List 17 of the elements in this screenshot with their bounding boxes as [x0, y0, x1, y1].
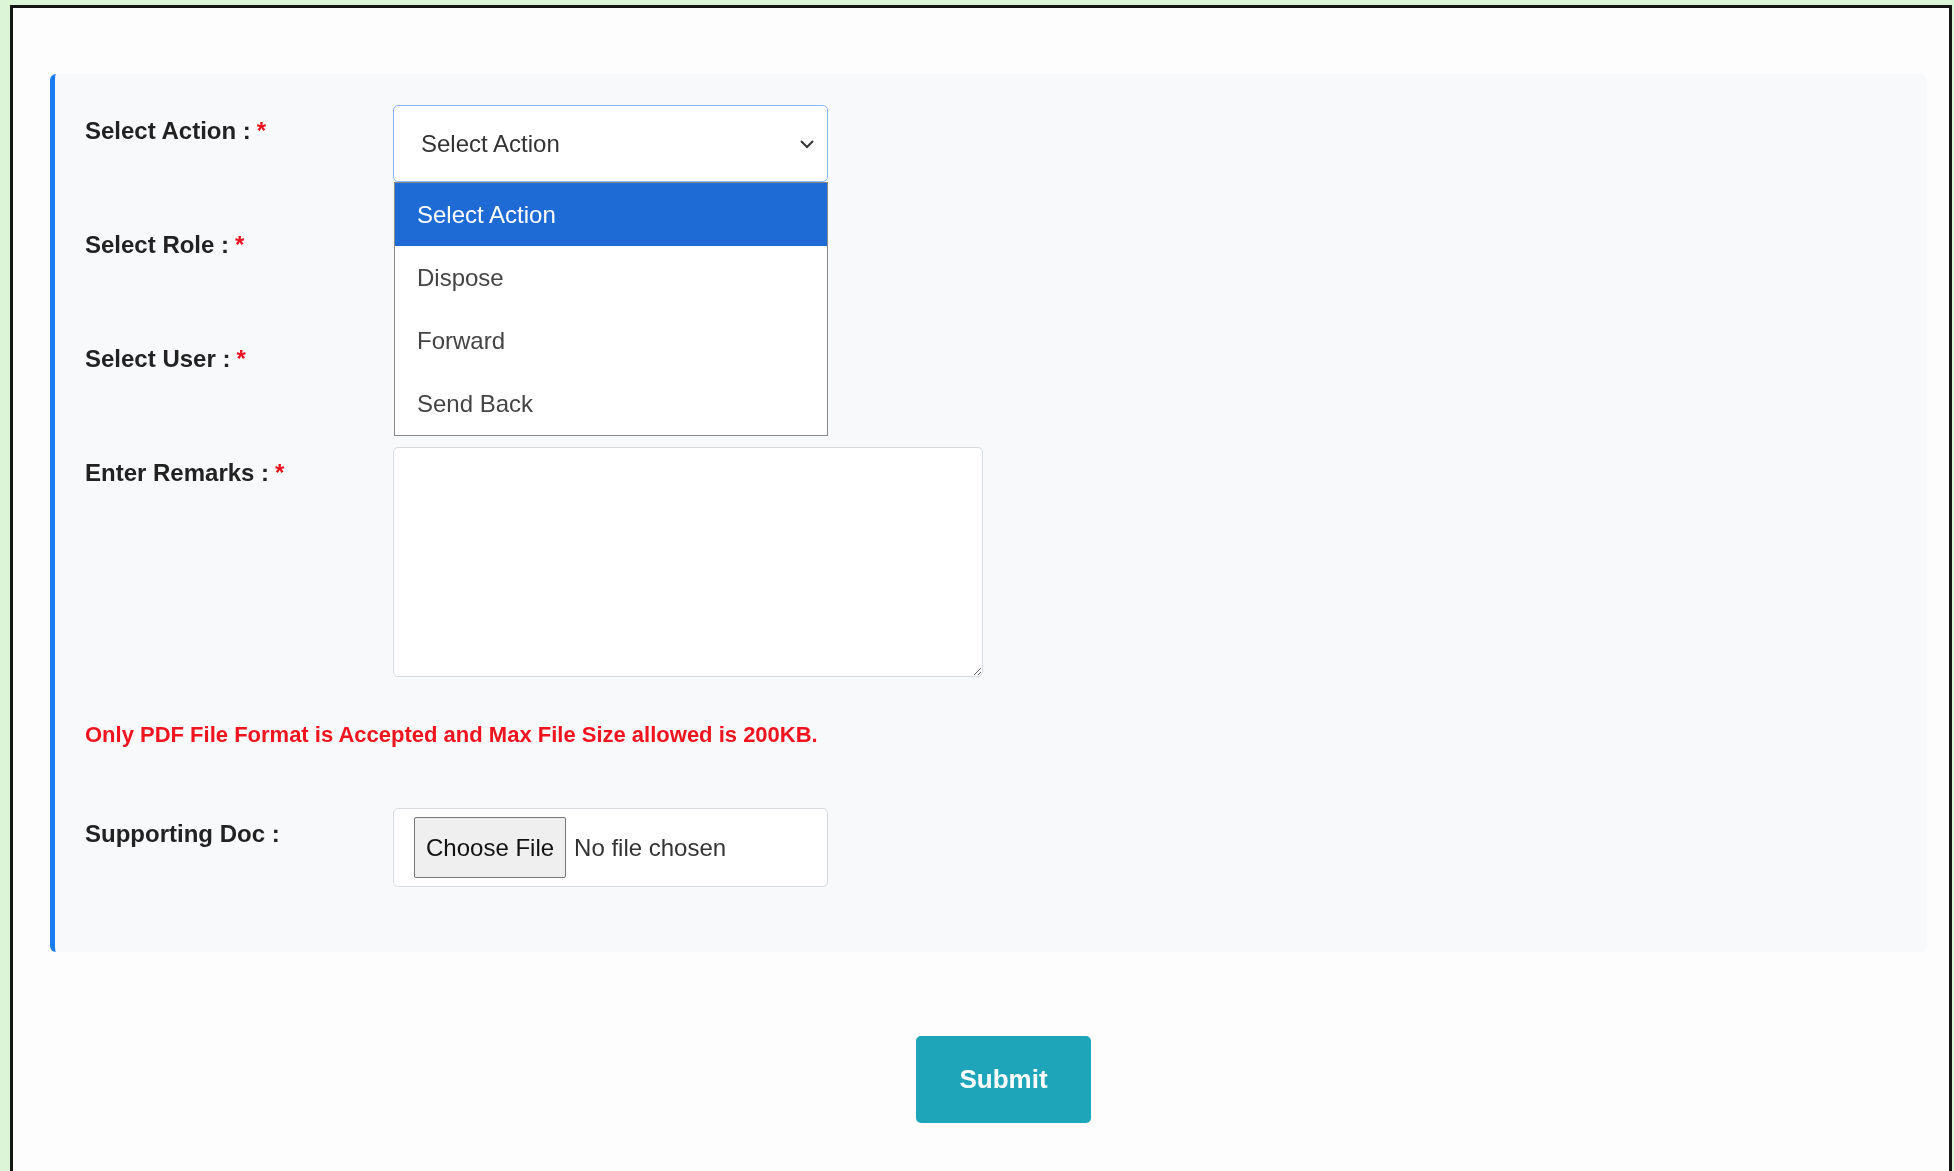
file-format-note: Only PDF File Format is Accepted and Max File Size allowed is 200KB. [85, 722, 819, 748]
file-status: No file chosen [574, 833, 727, 862]
required-mark: * [256, 117, 267, 145]
chevron-down-icon [799, 138, 815, 149]
field-label: Select Action : [85, 117, 251, 145]
remarks-field[interactable] [393, 447, 983, 677]
field-label: Select User : [85, 345, 231, 373]
action-select[interactable]: Select Action [393, 105, 828, 182]
required-mark: * [275, 459, 285, 487]
choose-file-button[interactable]: Choose File [414, 817, 567, 878]
required-mark: * [235, 231, 245, 259]
field-label: Supporting Doc : [85, 820, 280, 848]
field-label: Enter Remarks : [85, 459, 270, 487]
dropdown-option[interactable]: Select Action [395, 183, 827, 246]
required-mark: * [236, 345, 246, 373]
field-label: Select Role : [85, 231, 230, 259]
file-field[interactable]: Choose File No file chosen [393, 808, 828, 887]
